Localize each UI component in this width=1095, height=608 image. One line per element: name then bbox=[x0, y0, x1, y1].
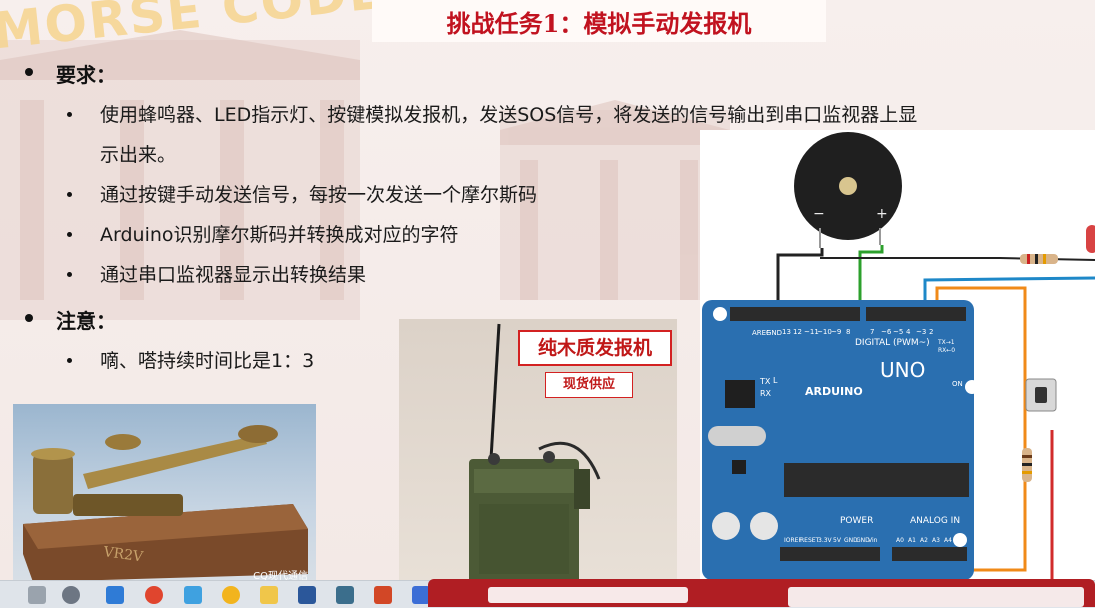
analog-pin-a2: A2 bbox=[920, 537, 928, 544]
requirement-item-4: 通过串口监视器显示出转换结果 bbox=[100, 264, 367, 286]
label-l: L bbox=[773, 376, 778, 385]
pin-label-13: 13 bbox=[782, 328, 791, 336]
bullet bbox=[67, 112, 72, 117]
bullet bbox=[67, 272, 72, 277]
requirement-item-1: 使用蜂鸣器、LED指示灯、按键模拟发报机，发送SOS信号，将发送的信号输出到串口… bbox=[100, 104, 918, 126]
pin-label-10: ~10 bbox=[817, 328, 832, 336]
slide-title: 挑战任务1：模拟手动发报机 bbox=[446, 9, 752, 38]
telegraph-key-illustration: VR2V bbox=[23, 425, 308, 580]
paint-icon[interactable] bbox=[184, 586, 202, 604]
pin-label-2: 2 bbox=[929, 328, 933, 336]
label-analog: ANALOG IN bbox=[910, 516, 960, 526]
requirement-item-3: Arduino识别摩尔斯码并转换成对应的字符 bbox=[100, 224, 459, 246]
power-pin-3v3: 3.3V bbox=[818, 537, 833, 544]
label-rx: RX bbox=[760, 389, 772, 398]
analog-pin-a3: A3 bbox=[932, 537, 940, 544]
sun-app-icon[interactable] bbox=[222, 586, 240, 604]
bullet-notes bbox=[25, 314, 33, 322]
word-icon[interactable] bbox=[298, 586, 316, 604]
pin-label-6: ~6 bbox=[881, 328, 892, 336]
mail-icon[interactable] bbox=[106, 586, 124, 604]
app-icon[interactable] bbox=[336, 586, 354, 604]
led bbox=[1086, 225, 1095, 253]
pin-label-7: 7 bbox=[870, 328, 874, 336]
analog-pin-a5: A5 bbox=[956, 537, 964, 544]
requirement-item-1-continued: 示出来。 bbox=[100, 144, 177, 166]
bullet bbox=[67, 192, 72, 197]
arduino-circuit: − + L TX RX DIGITAL (PWM~) ARDUINO UNO O… bbox=[702, 132, 1095, 580]
label-power: POWER bbox=[840, 516, 873, 526]
popup-item[interactable] bbox=[788, 587, 1084, 607]
powerpoint-icon[interactable] bbox=[374, 586, 392, 604]
pin-label-12: 12 bbox=[793, 328, 802, 336]
power-pin-reset: RESET bbox=[800, 537, 820, 544]
notes-heading: 注意： bbox=[56, 309, 116, 333]
buzzer-minus: − bbox=[813, 206, 825, 222]
slide: MORSE CODE 挑战任务1：模拟手动发报机 要求： 使用蜂鸣器、LED指示… bbox=[0, 0, 1095, 580]
resistor-led bbox=[1020, 254, 1058, 264]
label-tx: TX bbox=[759, 377, 771, 386]
photo-watermark: CQ现代通信 bbox=[253, 571, 308, 580]
note-item-1: 嘀、嗒持续时间比是1：3 bbox=[100, 350, 315, 372]
requirement-item-2: 通过按键手动发送信号，每按一次发送一个摩尔斯码 bbox=[100, 184, 538, 206]
analog-pin-a0: A0 bbox=[896, 537, 904, 544]
pin-label-3: ~3 bbox=[916, 328, 926, 336]
label-digital: DIGITAL (PWM~) bbox=[855, 338, 930, 348]
radio-sublabel: 现货供应 bbox=[545, 372, 633, 398]
label-gnd: GND bbox=[766, 329, 782, 337]
chrome-icon[interactable] bbox=[145, 586, 163, 604]
popup-item[interactable] bbox=[488, 587, 688, 603]
notification-popup[interactable] bbox=[428, 579, 1095, 607]
pin-label-9: ~9 bbox=[831, 328, 841, 336]
bullet bbox=[67, 232, 72, 237]
radio-label: 纯木质发报机 bbox=[518, 330, 672, 366]
analog-pin-a4: A4 bbox=[944, 537, 952, 544]
pin-label-tx1: TX→1 bbox=[937, 339, 955, 346]
fan-app-icon[interactable] bbox=[62, 586, 80, 604]
pin-label-rx0: RX←0 bbox=[938, 347, 955, 354]
bullet-requirements bbox=[25, 68, 33, 76]
telegraph-key-photo: VR2V CQ现代通信 bbox=[13, 404, 316, 580]
label-arduino: ARDUINO bbox=[805, 385, 863, 398]
circuit-diagram: − + L TX RX DIGITAL (PWM~) ARDUINO UNO O… bbox=[700, 130, 1095, 580]
pin-label-4: 4 bbox=[906, 328, 911, 336]
folder-icon[interactable] bbox=[260, 586, 278, 604]
power-pin-vin: Vin bbox=[868, 537, 878, 544]
task-view-icon[interactable] bbox=[28, 586, 46, 604]
analog-pin-a1: A1 bbox=[908, 537, 916, 544]
buzzer-plus: + bbox=[876, 206, 888, 222]
bullet bbox=[67, 358, 72, 363]
label-on: ON bbox=[952, 380, 963, 388]
label-uno: UNO bbox=[880, 358, 925, 382]
power-pin-5v: 5V bbox=[833, 537, 842, 544]
radio-photo: 纯木质发报机 现货供应 bbox=[399, 319, 677, 580]
pin-label-5: ~5 bbox=[893, 328, 903, 336]
pin-label-8: 8 bbox=[846, 328, 850, 336]
requirements-heading: 要求： bbox=[56, 63, 116, 87]
